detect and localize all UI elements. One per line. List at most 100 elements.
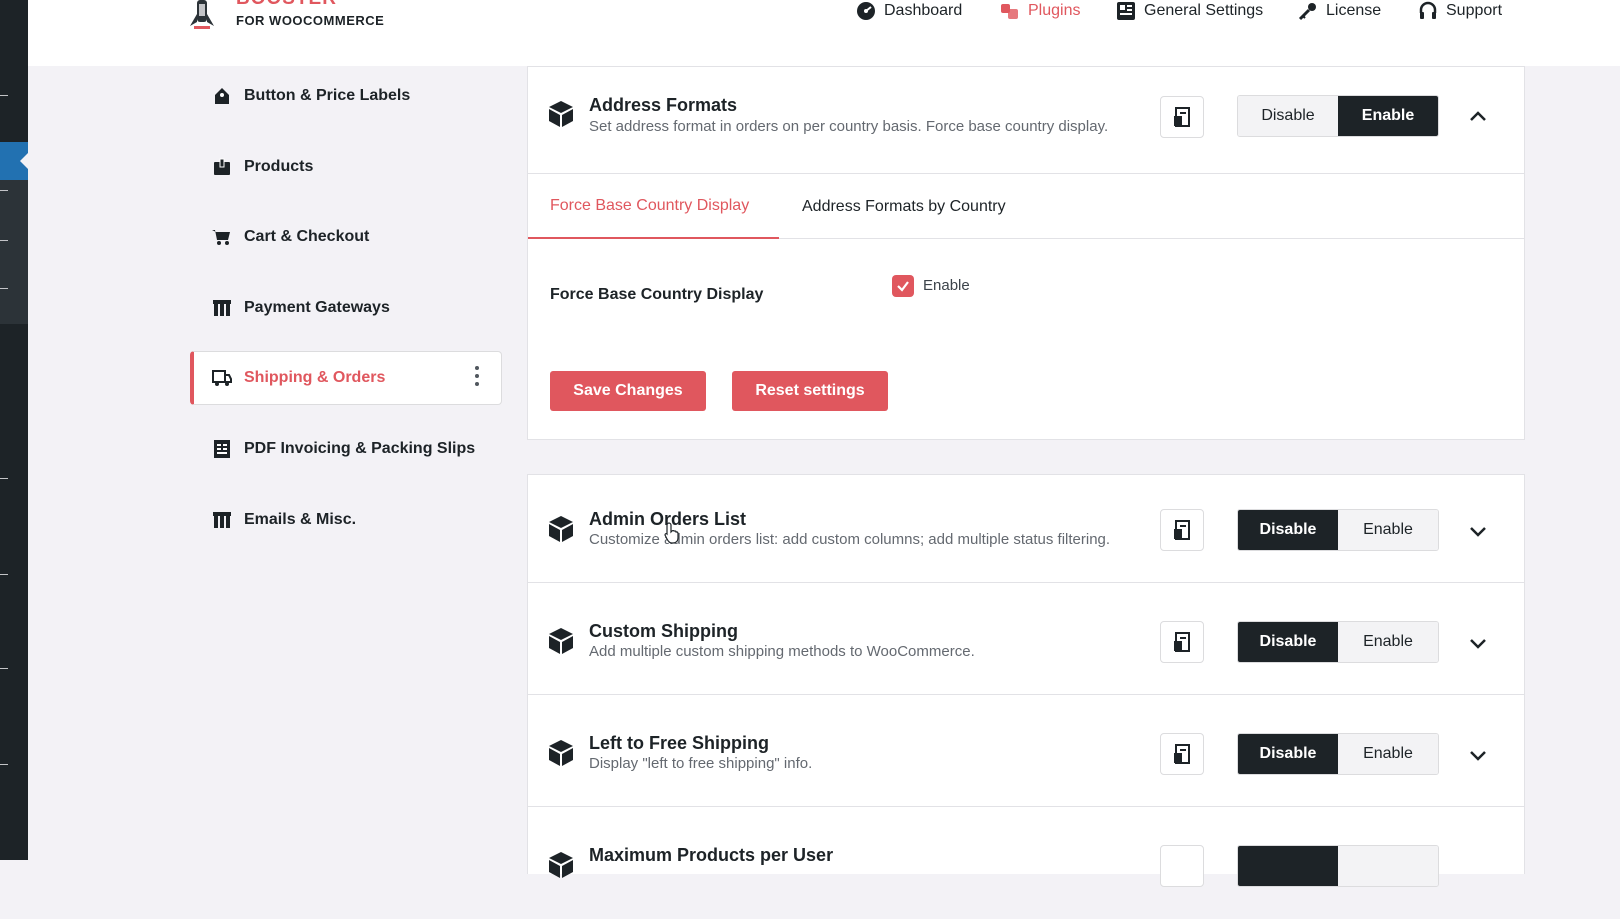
module-cube-icon xyxy=(549,516,573,542)
menu-tick xyxy=(0,240,8,241)
nav-dashboard[interactable]: Dashboard xyxy=(856,0,962,22)
field-label: Force Base Country Display xyxy=(550,286,764,303)
more-options-icon[interactable] xyxy=(475,366,479,386)
top-header: BOOSTER FOR WOOCOMMERCE Dashboard Plugin… xyxy=(28,0,1620,66)
booster-rocket-icon xyxy=(190,0,214,29)
sidebar-item-label: Cart & Checkout xyxy=(244,228,370,245)
tab-address-formats-by-country[interactable]: Address Formats by Country xyxy=(802,174,1006,239)
module-title: Maximum Products per User xyxy=(589,845,834,865)
tab-force-base-country[interactable]: Force Base Country Display xyxy=(528,174,779,239)
sidebar-item-label: Shipping & Orders xyxy=(244,369,386,386)
gateway-icon xyxy=(212,298,232,318)
menu-tick xyxy=(0,574,8,575)
menu-tick xyxy=(0,95,8,96)
enable-checkbox[interactable] xyxy=(892,275,914,297)
nav-general-settings-label: General Settings xyxy=(1144,2,1264,19)
enable-button[interactable]: Enable xyxy=(1338,96,1438,136)
nav-dashboard-label: Dashboard xyxy=(884,2,963,19)
chevron-down-icon[interactable] xyxy=(1466,519,1490,543)
menu-tick xyxy=(0,288,8,289)
module-toggle xyxy=(1237,845,1439,887)
module-row-custom-shipping: Custom Shipping Add multiple custom ship… xyxy=(528,587,1524,695)
module-cube-icon xyxy=(549,740,573,766)
sidebar-item-products[interactable]: Products xyxy=(190,140,502,194)
sidebar-item-payment-gateways[interactable]: Payment Gateways xyxy=(190,281,502,335)
disable-button[interactable]: Disable xyxy=(1238,734,1338,774)
disable-button[interactable]: Disable xyxy=(1238,96,1338,136)
sidebar-item-button-price-labels[interactable]: Button & Price Labels xyxy=(190,69,502,123)
menu-tick xyxy=(0,668,8,669)
chevron-down-icon[interactable] xyxy=(1466,743,1490,767)
module-title: Address Formats xyxy=(589,95,738,115)
nav-support[interactable]: Support xyxy=(1418,0,1502,22)
tag-icon xyxy=(212,86,232,106)
chevron-up-icon[interactable] xyxy=(1466,105,1490,129)
wp-admin-sidebar xyxy=(0,0,28,860)
nav-plugins[interactable]: Plugins xyxy=(1000,0,1080,22)
sidebar-item-cart-checkout[interactable]: Cart & Checkout xyxy=(190,210,502,264)
headphones-icon xyxy=(1419,1,1437,19)
save-changes-button[interactable]: Save Changes xyxy=(550,371,706,411)
chevron-down-icon[interactable] xyxy=(1466,631,1490,655)
document-icon xyxy=(1174,520,1190,540)
sidebar-item-label: Emails & Misc. xyxy=(244,511,357,528)
module-description: Add multiple custom shipping methods to … xyxy=(589,643,975,660)
disable-button[interactable]: Disable xyxy=(1238,622,1338,662)
docs-button[interactable] xyxy=(1160,845,1204,887)
hand-cursor-icon xyxy=(664,522,679,544)
wp-admin-submenu xyxy=(0,180,28,324)
module-toggle: Disable Enable xyxy=(1237,733,1439,775)
sidebar-item-label: Payment Gateways xyxy=(244,299,390,316)
sidebar-item-label: Button & Price Labels xyxy=(244,87,411,104)
module-toggle: Disable Enable xyxy=(1237,509,1439,551)
checkmark-icon xyxy=(897,281,909,292)
module-toggle: Disable Enable xyxy=(1237,95,1439,137)
sidebar-item-emails-misc[interactable]: Emails & Misc. xyxy=(190,493,502,547)
menu-tick xyxy=(0,190,8,191)
misc-icon xyxy=(212,510,232,530)
menu-tick xyxy=(0,764,8,765)
dashboard-icon xyxy=(857,2,875,20)
sidebar-item-label: PDF Invoicing & Packing Slips xyxy=(244,440,476,457)
docs-button[interactable] xyxy=(1160,621,1204,663)
enable-button[interactable]: Enable xyxy=(1338,734,1438,774)
module-row-left-to-free-shipping: Left to Free Shipping Display "left to f… xyxy=(528,699,1524,807)
checkbox-label: Enable xyxy=(923,277,970,294)
docs-button[interactable] xyxy=(1160,96,1204,138)
module-toggle: Disable Enable xyxy=(1237,621,1439,663)
module-cube-icon xyxy=(549,852,573,878)
module-title: Custom Shipping xyxy=(589,621,738,641)
module-cube-icon xyxy=(549,628,573,654)
box-icon xyxy=(212,157,232,177)
document-icon xyxy=(1174,107,1190,127)
nav-plugins-label: Plugins xyxy=(1028,2,1081,19)
reset-settings-button[interactable]: Reset settings xyxy=(732,371,888,411)
nav-license-label: License xyxy=(1326,2,1382,19)
cart-icon xyxy=(212,227,232,247)
disable-button[interactable] xyxy=(1238,846,1338,886)
brand-top: BOOSTER xyxy=(236,0,337,10)
sidebar-item-shipping-orders[interactable]: Shipping & Orders xyxy=(190,351,502,405)
enable-button[interactable] xyxy=(1338,846,1438,886)
enable-button[interactable]: Enable xyxy=(1338,510,1438,550)
module-cube-icon xyxy=(549,101,573,127)
menu-tick xyxy=(0,478,8,479)
document-icon xyxy=(1174,632,1190,652)
docs-button[interactable] xyxy=(1160,733,1204,775)
nav-license[interactable]: License xyxy=(1298,0,1381,22)
plugins-icon xyxy=(1001,4,1018,19)
nav-general-settings[interactable]: General Settings xyxy=(1116,0,1263,22)
disable-button[interactable]: Disable xyxy=(1238,510,1338,550)
module-title: Left to Free Shipping xyxy=(589,733,769,753)
sidebar-item-label: Products xyxy=(244,158,314,175)
truck-icon xyxy=(212,368,232,388)
settings-tabs: Force Base Country Display Address Forma… xyxy=(528,173,1524,239)
nav-support-label: Support xyxy=(1446,2,1503,19)
docs-button[interactable] xyxy=(1160,509,1204,551)
wp-admin-active-item[interactable] xyxy=(0,142,28,180)
enable-button[interactable]: Enable xyxy=(1338,622,1438,662)
key-icon xyxy=(1298,3,1316,21)
sidebar-item-pdf-invoicing[interactable]: PDF Invoicing & Packing Slips xyxy=(190,422,502,476)
module-description: Set address format in orders on per coun… xyxy=(589,118,1109,135)
invoice-icon xyxy=(212,439,232,459)
